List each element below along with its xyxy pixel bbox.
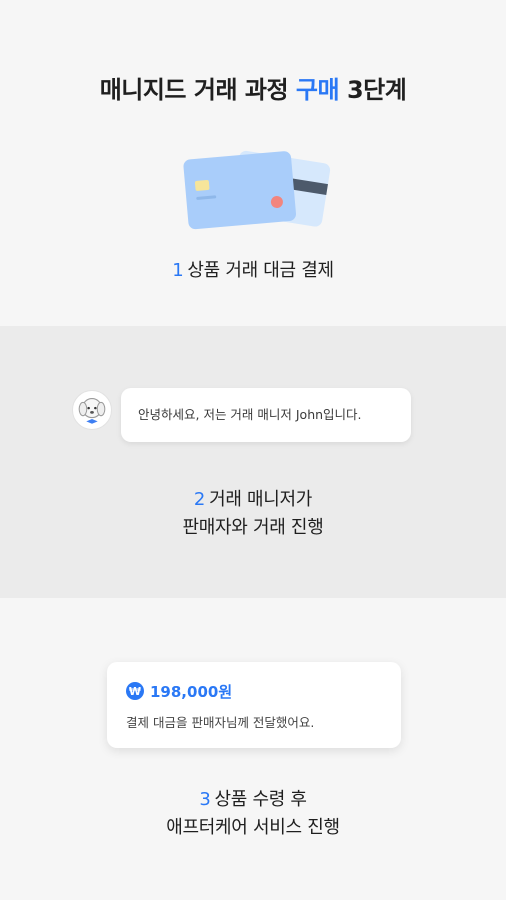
step-2-line1: 거래 매니저가 bbox=[209, 489, 313, 510]
title-prefix: 매니지드 거래 과정 bbox=[99, 76, 289, 104]
step-3-number: 3 bbox=[199, 789, 211, 810]
payment-amount: 198,000원 bbox=[150, 682, 233, 701]
dog-avatar-icon bbox=[72, 390, 112, 430]
credit-card-icon bbox=[183, 150, 331, 230]
step-1-number: 1 bbox=[172, 260, 184, 281]
won-coin-icon: ₩ bbox=[126, 682, 144, 700]
step-3-line2: 애프터케어 서비스 진행 bbox=[166, 817, 340, 838]
step-3: 3 상품 수령 후 애프터케어 서비스 진행 bbox=[0, 786, 506, 842]
chat-message: 안녕하세요, 저는 거래 매니저 John입니다. bbox=[138, 407, 362, 422]
payment-message: 결제 대금을 판매자님께 전달했어요. bbox=[126, 715, 315, 730]
step-3-line1: 상품 수령 후 bbox=[214, 789, 307, 810]
title-suffix: 3단계 bbox=[346, 76, 407, 104]
chat-bubble: 안녕하세요, 저는 거래 매니저 John입니다. bbox=[121, 388, 411, 442]
managed-trade-page: 매니지드 거래 과정 구매 3단계 1 상품 거래 대금 결제 안녕하세요, 저… bbox=[0, 0, 506, 900]
page-title: 매니지드 거래 과정 구매 3단계 bbox=[0, 70, 506, 105]
step-2-number: 2 bbox=[193, 489, 206, 510]
step-2-line2: 판매자와 거래 진행 bbox=[182, 517, 324, 538]
step-1-text: 상품 거래 대금 결제 bbox=[187, 260, 334, 281]
payment-card: ₩ 198,000원 결제 대금을 판매자님께 전달했어요. bbox=[107, 662, 401, 748]
title-highlight: 구매 bbox=[295, 76, 340, 104]
step-2-band bbox=[0, 326, 506, 598]
step-2: 2 거래 매니저가 판매자와 거래 진행 bbox=[0, 486, 506, 542]
step-1: 1 상품 거래 대금 결제 bbox=[0, 257, 506, 285]
